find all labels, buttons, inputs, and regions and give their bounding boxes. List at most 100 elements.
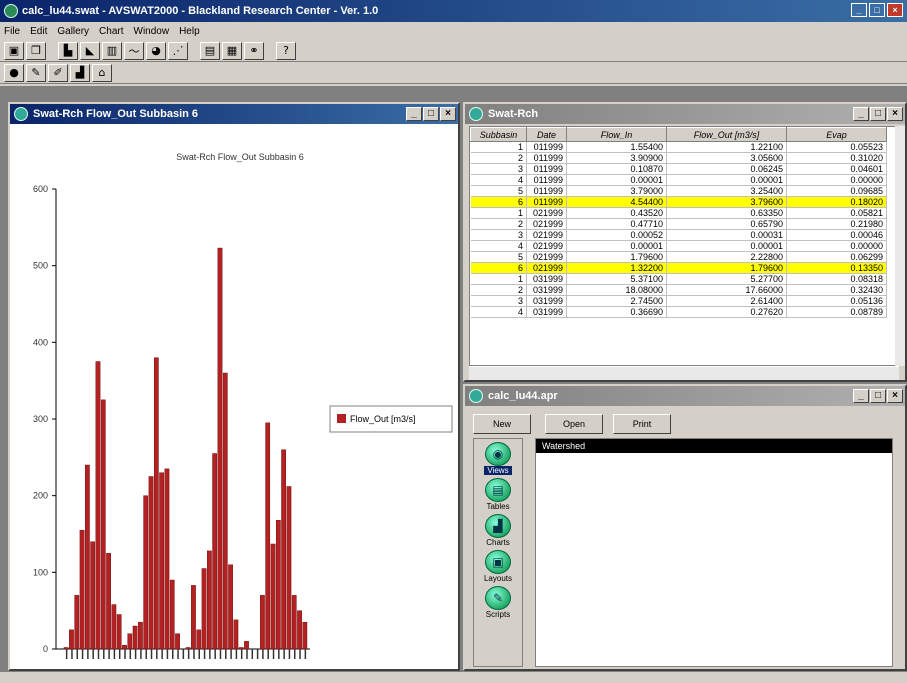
- minimize-button[interactable]: _: [853, 107, 869, 121]
- table-cell[interactable]: 0.00052: [566, 229, 667, 241]
- table-cell[interactable]: 0.18020: [786, 196, 887, 208]
- table-cell[interactable]: 1.32200: [566, 262, 667, 274]
- close-button[interactable]: ×: [887, 3, 903, 17]
- doc-type-tables[interactable]: ▤ Tables: [475, 478, 521, 511]
- table-window-titlebar[interactable]: Swat-Rch _ □ ×: [465, 104, 905, 124]
- table-cell[interactable]: 0.21980: [786, 218, 887, 230]
- table-cell[interactable]: 021999: [526, 251, 567, 263]
- table-row[interactable]: 3 021999 0.00052 0.00031 0.00046: [470, 229, 887, 241]
- table-cell[interactable]: 0.08318: [786, 273, 887, 285]
- table-cell[interactable]: 0.36690: [566, 306, 667, 318]
- copy-icon[interactable]: ❐: [26, 41, 46, 60]
- table-cell[interactable]: 4: [470, 174, 527, 186]
- table-cell[interactable]: 011999: [526, 185, 567, 197]
- table-cell[interactable]: 3: [470, 295, 527, 307]
- vertical-scrollbar[interactable]: [895, 126, 905, 366]
- menu-window[interactable]: Window: [134, 26, 170, 37]
- pie-chart-icon[interactable]: ◕: [146, 41, 166, 60]
- table-row[interactable]: 5 011999 3.79000 3.25400 0.09685: [470, 185, 887, 197]
- table-row[interactable]: 3 031999 2.74500 2.61400 0.05136: [470, 295, 887, 307]
- pencil-icon[interactable]: ✐: [48, 63, 68, 82]
- table-cell[interactable]: 1.79600: [566, 251, 667, 263]
- column-header-flow-out[interactable]: Flow_Out [m3/s]: [666, 127, 787, 142]
- new-button[interactable]: New: [473, 414, 531, 434]
- table-row[interactable]: 1 011999 1.55400 1.22100 0.05523: [470, 141, 887, 153]
- table-cell[interactable]: 021999: [526, 240, 567, 252]
- doc-type-layouts[interactable]: ▣ Layouts: [475, 550, 521, 583]
- table-cell[interactable]: 0.00001: [666, 174, 787, 186]
- table-cell[interactable]: 3.25400: [666, 185, 787, 197]
- table-cell[interactable]: 2: [470, 284, 527, 296]
- doc-type-charts[interactable]: ▟ Charts: [475, 514, 521, 547]
- table-cell[interactable]: 5.37100: [566, 273, 667, 285]
- table-row[interactable]: 1 031999 5.37100 5.27700 0.08318: [470, 273, 887, 285]
- chart-icon[interactable]: ▟: [70, 63, 90, 82]
- table-cell[interactable]: 0.00000: [786, 174, 887, 186]
- table-cell[interactable]: 031999: [526, 306, 567, 318]
- table-row[interactable]: 2 031999 18.08000 17.66000 0.32430: [470, 284, 887, 296]
- series-icon[interactable]: ▦: [222, 41, 242, 60]
- menu-gallery[interactable]: Gallery: [57, 26, 89, 37]
- table-cell[interactable]: 1: [470, 207, 527, 219]
- area-chart-icon[interactable]: ◣: [80, 41, 100, 60]
- table-cell[interactable]: 1.79600: [666, 262, 787, 274]
- table-cell[interactable]: 0.04601: [786, 163, 887, 175]
- table-cell[interactable]: 0.00000: [786, 240, 887, 252]
- help-icon[interactable]: ?: [276, 41, 296, 60]
- table-row[interactable]: 6 011999 4.54400 3.79600 0.18020: [470, 196, 887, 208]
- table-cell[interactable]: 0.06245: [666, 163, 787, 175]
- doc-type-views[interactable]: ◉ Views: [475, 442, 521, 475]
- horizontal-scrollbar[interactable]: [469, 366, 899, 380]
- xy-chart-icon[interactable]: ⋰: [168, 41, 188, 60]
- menu-edit[interactable]: Edit: [30, 26, 47, 37]
- table-cell[interactable]: 0.43520: [566, 207, 667, 219]
- table-cell[interactable]: 3: [470, 229, 527, 241]
- table-cell[interactable]: 021999: [526, 262, 567, 274]
- table-row[interactable]: 4 021999 0.00001 0.00001 0.00000: [470, 240, 887, 252]
- table-cell[interactable]: 0.05523: [786, 141, 887, 153]
- minimize-button[interactable]: _: [853, 389, 869, 403]
- table-cell[interactable]: 18.08000: [566, 284, 667, 296]
- table-cell[interactable]: 0.06299: [786, 251, 887, 263]
- lock-icon[interactable]: ⌂: [92, 63, 112, 82]
- table-cell[interactable]: 0.00031: [666, 229, 787, 241]
- table-cell[interactable]: 4: [470, 306, 527, 318]
- column-header-subbasin[interactable]: Subbasin: [470, 127, 527, 142]
- properties-icon[interactable]: ▤: [200, 41, 220, 60]
- menu-chart[interactable]: Chart: [99, 26, 123, 37]
- table-cell[interactable]: 031999: [526, 295, 567, 307]
- binoculars-icon[interactable]: ⚭: [244, 41, 264, 60]
- print-button[interactable]: Print: [613, 414, 671, 434]
- edit-icon[interactable]: ✎: [26, 63, 46, 82]
- table-cell[interactable]: 031999: [526, 284, 567, 296]
- table-cell[interactable]: 1.22100: [666, 141, 787, 153]
- table-cell[interactable]: 0.00046: [786, 229, 887, 241]
- minimize-button[interactable]: _: [406, 107, 422, 121]
- close-button[interactable]: ×: [887, 389, 903, 403]
- table-cell[interactable]: 2: [470, 152, 527, 164]
- table-cell[interactable]: 0.08789: [786, 306, 887, 318]
- table-cell[interactable]: 0.05821: [786, 207, 887, 219]
- table-cell[interactable]: 4.54400: [566, 196, 667, 208]
- table-row[interactable]: 4 031999 0.36690 0.27620 0.08789: [470, 306, 887, 318]
- table-cell[interactable]: 3: [470, 163, 527, 175]
- maximize-button[interactable]: □: [870, 107, 886, 121]
- list-item[interactable]: Watershed: [536, 439, 892, 453]
- table-row[interactable]: 4 011999 0.00001 0.00001 0.00000: [470, 174, 887, 186]
- table-cell[interactable]: 0.09685: [786, 185, 887, 197]
- table-cell[interactable]: 0.00001: [666, 240, 787, 252]
- column-chart-icon[interactable]: ▥: [102, 41, 122, 60]
- document-list[interactable]: Watershed: [535, 438, 893, 667]
- maximize-button[interactable]: □: [870, 389, 886, 403]
- table-cell[interactable]: 2.61400: [666, 295, 787, 307]
- table-cell[interactable]: 2.74500: [566, 295, 667, 307]
- table-cell[interactable]: 5: [470, 185, 527, 197]
- table-cell[interactable]: 2.22800: [666, 251, 787, 263]
- table-cell[interactable]: 0.10870: [566, 163, 667, 175]
- menu-file[interactable]: File: [4, 26, 20, 37]
- project-window-titlebar[interactable]: calc_lu44.apr _ □ ×: [465, 386, 905, 406]
- table-cell[interactable]: 021999: [526, 207, 567, 219]
- table-cell[interactable]: 011999: [526, 163, 567, 175]
- table-cell[interactable]: 4: [470, 240, 527, 252]
- menu-help[interactable]: Help: [179, 26, 200, 37]
